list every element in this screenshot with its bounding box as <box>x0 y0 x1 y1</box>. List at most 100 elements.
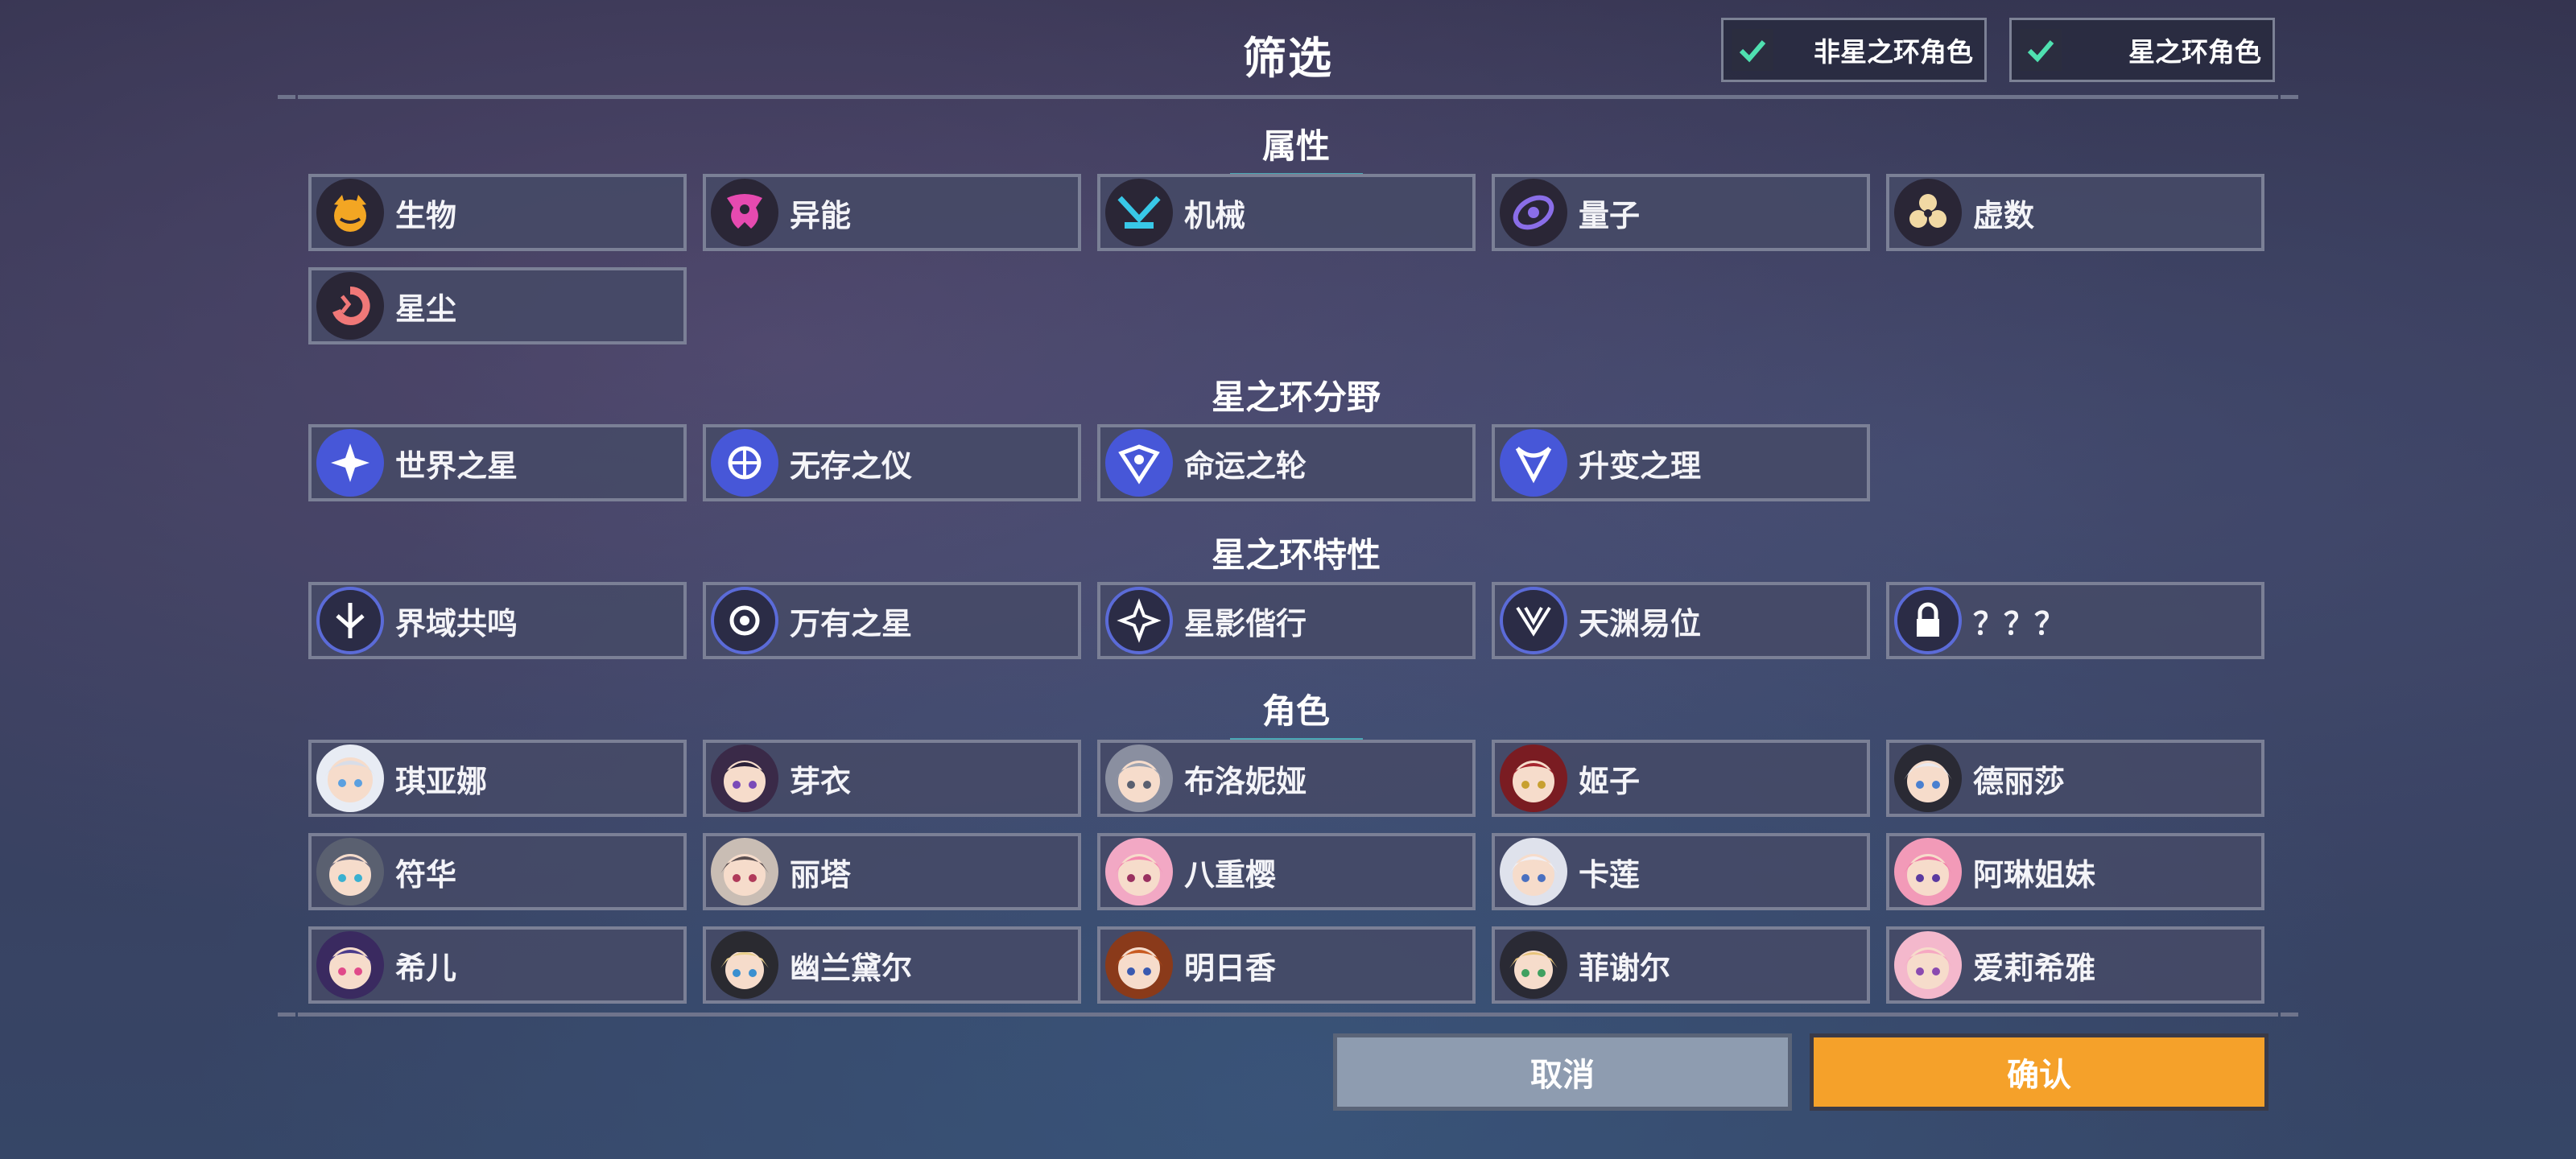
fate-wheel-icon <box>1105 429 1173 497</box>
filter-label: 幽兰黛尔 <box>790 950 913 986</box>
filter-label: 阿琳姐妹 <box>1973 856 2096 893</box>
section-label: 星之环分野 <box>1211 377 1381 417</box>
character-avatar <box>1894 838 1962 905</box>
filter-character[interactable]: 希儿 <box>308 926 687 1004</box>
filter-label: 量子 <box>1579 197 1641 233</box>
top-divider <box>298 95 2278 99</box>
filter-label: 星影偕行 <box>1184 605 1307 641</box>
filter-character[interactable]: 姬子 <box>1492 740 1870 817</box>
filter-label: 布洛妮娅 <box>1184 763 1307 799</box>
character-avatar <box>316 744 384 812</box>
filter-ring-trait-star-shadow[interactable]: 星影偕行 <box>1097 582 1476 659</box>
character-avatar <box>1105 744 1173 812</box>
filter-label: 异能 <box>790 197 852 233</box>
character-avatar <box>1894 744 1962 812</box>
section-title-character: 角色 <box>1224 684 1368 741</box>
filter-label: 希儿 <box>395 950 457 986</box>
filter-label: 符华 <box>395 856 457 893</box>
confirm-button[interactable]: 确认 <box>1810 1033 2268 1111</box>
filter-label: 生物 <box>395 197 457 233</box>
check-icon <box>1739 40 1766 63</box>
check-icon <box>2027 40 2054 63</box>
lock-icon <box>1894 587 1962 654</box>
filter-character[interactable]: 菲谢尔 <box>1492 926 1870 1004</box>
character-avatar <box>711 744 778 812</box>
filter-character[interactable]: 卡莲 <box>1492 833 1870 910</box>
transformation-icon <box>1500 429 1567 497</box>
filter-character[interactable]: 幽兰黛尔 <box>703 926 1081 1004</box>
filter-label: 万有之星 <box>790 605 913 641</box>
filter-character[interactable]: 明日香 <box>1097 926 1476 1004</box>
divider-cap <box>2281 1013 2298 1017</box>
filter-label: 芽衣 <box>790 763 852 799</box>
divider-cap <box>2281 95 2298 99</box>
filter-character[interactable]: 德丽莎 <box>1886 740 2264 817</box>
filter-character[interactable]: 阿琳姐妹 <box>1886 833 2264 910</box>
filter-ring-field-transformation[interactable]: 升变之理 <box>1492 424 1870 501</box>
filter-ring-trait-locked[interactable]: ？？？ <box>1886 582 2264 659</box>
filter-label: 命运之轮 <box>1184 448 1307 484</box>
filter-label: 明日香 <box>1184 950 1277 986</box>
filter-character[interactable]: 丽塔 <box>703 833 1081 910</box>
mech-icon <box>1105 179 1173 246</box>
filter-character[interactable]: 布洛妮娅 <box>1097 740 1476 817</box>
filter-label: 德丽莎 <box>1973 763 2066 799</box>
abyss-shift-icon <box>1500 587 1567 654</box>
quantum-icon <box>1500 179 1567 246</box>
psychic-icon <box>711 179 778 246</box>
section-title-ring-field: 星之环分野 <box>1175 370 1417 427</box>
filter-label: 机械 <box>1184 197 1246 233</box>
checkbox[interactable] <box>1732 29 1773 71</box>
filter-character[interactable]: 八重樱 <box>1097 833 1476 910</box>
section-label: 角色 <box>1261 691 1330 731</box>
cancel-button[interactable]: 取消 <box>1333 1033 1792 1111</box>
filter-label: 天渊易位 <box>1579 605 1702 641</box>
character-avatar <box>711 838 778 905</box>
character-avatar <box>1105 931 1173 999</box>
section-title-ring-trait: 星之环特性 <box>1175 528 1417 585</box>
filter-ring-field-world-star[interactable]: 世界之星 <box>308 424 687 501</box>
filter-ring-field-fate-wheel[interactable]: 命运之轮 <box>1097 424 1476 501</box>
filter-character[interactable]: 芽衣 <box>703 740 1081 817</box>
filter-label: 丽塔 <box>790 856 852 893</box>
stardust-icon <box>316 272 384 340</box>
toggle-label: 星之环角色 <box>2128 36 2261 68</box>
filter-ring-trait-abyss-shift[interactable]: 天渊易位 <box>1492 582 1870 659</box>
star-shadow-icon <box>1105 587 1173 654</box>
filter-label: 无存之仪 <box>790 448 913 484</box>
filter-label: 爱莉希雅 <box>1973 950 2096 986</box>
filter-label: 姬子 <box>1579 763 1641 799</box>
filter-ring-trait-star-of-all[interactable]: 万有之星 <box>703 582 1081 659</box>
toggle-label: 非星之环角色 <box>1814 36 1973 68</box>
character-avatar <box>316 838 384 905</box>
domain-resonance-icon <box>316 587 384 654</box>
filter-attribute-stardust[interactable]: 星尘 <box>308 267 687 344</box>
checkbox[interactable] <box>2020 29 2062 71</box>
star-of-all-icon <box>711 587 778 654</box>
section-label: 星之环特性 <box>1211 535 1381 575</box>
filter-label: 世界之星 <box>395 448 518 484</box>
non-ring-character-toggle[interactable]: 非星之环角色 <box>1721 18 1987 82</box>
filter-ring-trait-domain-resonance[interactable]: 界域共鸣 <box>308 582 687 659</box>
filter-attribute-quantum[interactable]: 量子 <box>1492 174 1870 251</box>
filter-attribute-imaginary[interactable]: 虚数 <box>1886 174 2264 251</box>
imaginary-icon <box>1894 179 1962 246</box>
filter-label: 升变之理 <box>1579 448 1702 484</box>
filter-label: 琪亚娜 <box>395 763 488 799</box>
biology-icon <box>316 179 384 246</box>
divider-cap <box>278 95 295 99</box>
world-star-icon <box>316 429 384 497</box>
filter-character[interactable]: 琪亚娜 <box>308 740 687 817</box>
character-avatar <box>1500 744 1567 812</box>
character-avatar <box>1105 838 1173 905</box>
filter-ring-field-nonexistence[interactable]: 无存之仪 <box>703 424 1081 501</box>
ring-character-toggle[interactable]: 星之环角色 <box>2009 18 2275 82</box>
filter-attribute-biology[interactable]: 生物 <box>308 174 687 251</box>
filter-character[interactable]: 符华 <box>308 833 687 910</box>
divider-cap <box>278 1013 295 1017</box>
filter-label: 八重樱 <box>1184 856 1277 893</box>
filter-attribute-psychic[interactable]: 异能 <box>703 174 1081 251</box>
filter-label: 菲谢尔 <box>1579 950 1671 986</box>
filter-attribute-mech[interactable]: 机械 <box>1097 174 1476 251</box>
filter-character[interactable]: 爱莉希雅 <box>1886 926 2264 1004</box>
